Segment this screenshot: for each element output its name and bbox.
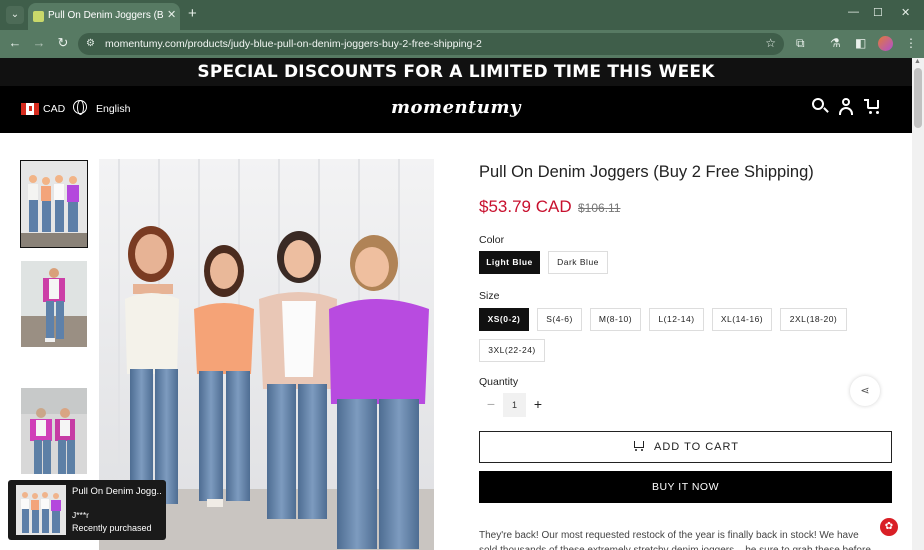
announcement-bar: SPECIAL DISCOUNTS FOR A LIMITED TIME THI… [0, 58, 912, 86]
popup-product-title: Pull On Denim Jogg... [72, 486, 162, 497]
recent-purchase-popup[interactable]: Pull On Denim Jogg... J***r Recently pur… [8, 480, 166, 540]
url-field[interactable]: ⚙ momentumy.com/products/judy-blue-pull-… [78, 33, 784, 55]
size-option-xl[interactable]: XL(14-16) [712, 308, 772, 331]
tab-title: Pull On Denim Joggers (Buy 2 [48, 10, 163, 21]
extensions-icon[interactable]: ⧉ [796, 36, 805, 51]
browser-tab-bar: ⌄ Pull On Denim Joggers (Buy 2 ✕ + — ☐ ✕ [0, 0, 924, 30]
product-title: Pull On Denim Joggers (Buy 2 Free Shippi… [479, 163, 814, 181]
page-scrollbar[interactable]: ▲ [912, 58, 924, 550]
color-option-light-blue[interactable]: Light Blue [479, 251, 540, 274]
quantity-input[interactable]: 1 [503, 393, 526, 417]
popup-user: J***r [72, 510, 90, 520]
address-bar: ← → ↻ ⚙ momentumy.com/products/judy-blue… [0, 30, 924, 58]
popup-status: Recently purchased [72, 523, 152, 533]
cart-icon-small [632, 440, 646, 451]
labs-icon[interactable]: ⚗ [830, 36, 841, 50]
close-tab-icon[interactable]: ✕ [167, 8, 176, 21]
product-thumbnail-1[interactable] [20, 160, 88, 248]
popup-product-image [16, 485, 66, 535]
size-option-l[interactable]: L(12-14) [649, 308, 704, 331]
close-window-icon[interactable]: ✕ [901, 6, 910, 19]
size-option-2xl[interactable]: 2XL(18-20) [780, 308, 847, 331]
share-icon[interactable]: ⋖ [850, 376, 880, 406]
new-tab-icon[interactable]: + [188, 5, 197, 22]
store-header: CAD English momentumy [0, 86, 912, 133]
minimize-icon[interactable]: — [848, 6, 859, 18]
back-icon[interactable]: ← [7, 35, 23, 50]
buy-now-button[interactable]: BUY IT NOW [479, 471, 892, 503]
site-favicon [33, 11, 44, 22]
size-option-xs[interactable]: XS(0-2) [479, 308, 529, 331]
add-to-cart-button[interactable]: ADD TO CART [479, 431, 892, 463]
bookmark-star-icon[interactable]: ☆ [765, 36, 776, 50]
size-option-m[interactable]: M(8-10) [590, 308, 641, 331]
site-info-icon[interactable]: ⚙ [86, 38, 95, 49]
canada-flag-icon[interactable] [21, 103, 39, 115]
profile-avatar[interactable] [878, 36, 893, 51]
quantity-stepper: − 1 + [479, 393, 550, 417]
color-option-dark-blue[interactable]: Dark Blue [548, 251, 608, 274]
sale-price: $53.79 CAD [479, 197, 572, 216]
product-thumbnail-2[interactable] [21, 261, 87, 347]
forward-icon[interactable]: → [31, 35, 47, 50]
side-panel-icon[interactable]: ◧ [855, 36, 866, 50]
menu-icon[interactable]: ⋮ [905, 36, 917, 50]
language-selector[interactable]: English [96, 103, 130, 115]
tab-search-icon[interactable]: ⌄ [6, 6, 24, 24]
add-to-cart-label: ADD TO CART [654, 441, 739, 453]
scroll-thumb[interactable] [914, 68, 922, 128]
globe-icon[interactable] [73, 100, 87, 115]
url-text[interactable]: momentumy.com/products/judy-blue-pull-on… [105, 38, 482, 50]
store-logo[interactable]: momentumy [386, 97, 526, 118]
reload-icon[interactable]: ↻ [55, 35, 71, 51]
quantity-label: Quantity [479, 376, 519, 388]
size-option-3xl[interactable]: 3XL(22-24) [479, 339, 545, 362]
maximize-icon[interactable]: ☐ [873, 6, 883, 19]
page-content: SPECIAL DISCOUNTS FOR A LIMITED TIME THI… [0, 58, 912, 550]
rewards-icon[interactable]: ✿ [880, 518, 898, 536]
quantity-increase-button[interactable]: + [526, 393, 550, 417]
scroll-up-icon[interactable]: ▲ [914, 58, 921, 65]
product-thumbnail-3[interactable] [21, 388, 87, 474]
color-label: Color [479, 234, 505, 246]
size-option-s[interactable]: S(4-6) [537, 308, 582, 331]
compare-price: $106.11 [578, 201, 621, 215]
currency-selector[interactable]: CAD [43, 103, 65, 115]
quantity-decrease-button[interactable]: − [479, 393, 503, 417]
size-label: Size [479, 290, 500, 302]
product-description: They're back! Our most requested restock… [479, 530, 871, 550]
browser-tab-active[interactable]: Pull On Denim Joggers (Buy 2 ✕ [28, 3, 180, 30]
